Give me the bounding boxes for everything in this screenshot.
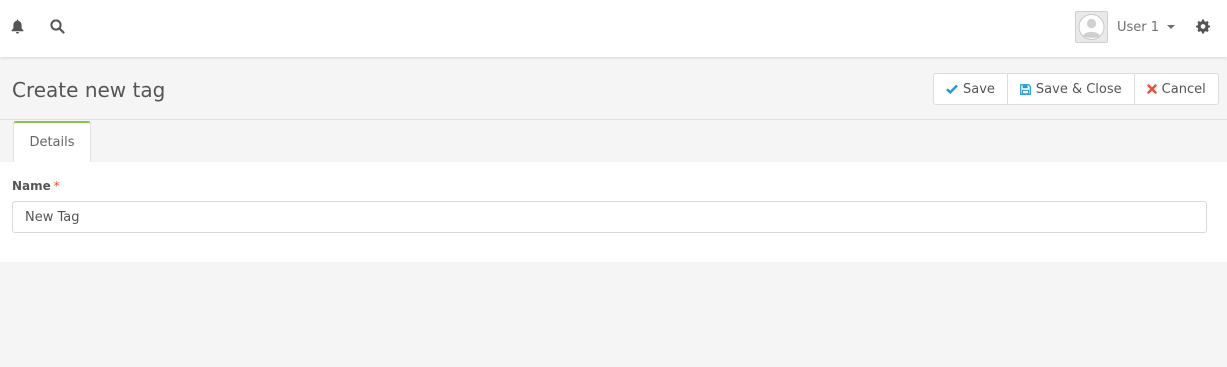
action-button-group: Save Save & Close Cancel <box>933 73 1219 105</box>
top-navbar: User 1 <box>0 0 1227 57</box>
save-button-label: Save <box>963 81 995 97</box>
search-icon[interactable] <box>50 19 65 34</box>
bell-icon[interactable] <box>11 19 24 34</box>
save-close-button[interactable]: Save & Close <box>1008 74 1135 104</box>
save-close-button-label: Save & Close <box>1035 81 1122 97</box>
name-label-text: Name <box>12 179 51 193</box>
user-avatar-icon <box>1075 11 1108 43</box>
close-icon <box>1146 84 1157 94</box>
details-panel: Name * <box>0 162 1227 262</box>
chevron-down-icon <box>1167 25 1176 29</box>
user-menu[interactable]: User 1 <box>1075 11 1176 43</box>
required-marker: * <box>53 179 60 193</box>
name-input[interactable] <box>12 201 1207 233</box>
floppy-disk-icon <box>1020 83 1031 95</box>
page-title: Create new tag <box>12 78 166 102</box>
cancel-button[interactable]: Cancel <box>1135 74 1218 104</box>
user-name: User 1 <box>1117 19 1160 35</box>
tab-bar: Details <box>0 120 1227 162</box>
tab-details[interactable]: Details <box>13 121 91 162</box>
gear-icon[interactable] <box>1196 19 1211 34</box>
cancel-button-label: Cancel <box>1161 81 1206 97</box>
name-field-label: Name * <box>12 179 60 193</box>
save-button[interactable]: Save <box>934 74 1008 104</box>
page-header: Create new tag Save Save & Close Cancel <box>0 57 1227 120</box>
check-icon <box>946 84 958 94</box>
